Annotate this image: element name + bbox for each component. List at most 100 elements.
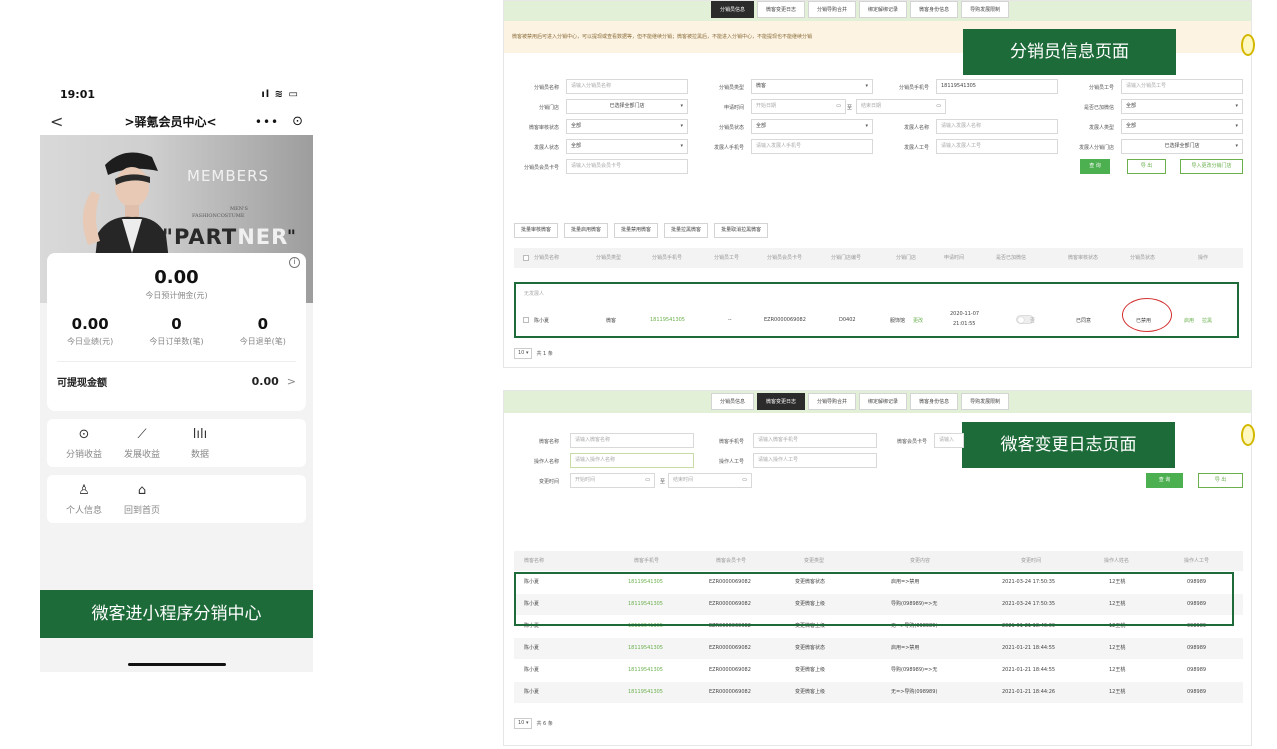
- more-icon[interactable]: •••: [253, 115, 281, 129]
- batch-enable-button[interactable]: 批量启用微客: [564, 223, 609, 238]
- developer-name-input[interactable]: 请输入发展人名称: [936, 119, 1058, 134]
- select-all-checkbox[interactable]: [523, 255, 529, 261]
- panel-title-label: 分销员信息页面: [963, 29, 1176, 75]
- column-header: 微客名称: [524, 558, 545, 564]
- stat-label: 今日退单(笔): [239, 337, 286, 346]
- developer-phone-input[interactable]: 请输入发展人手机号: [751, 139, 873, 154]
- tab-bind-records[interactable]: 绑定解绑记录: [859, 1, 908, 18]
- distributor-type-select[interactable]: 微客 ▾: [751, 79, 873, 94]
- today-commission-value: 0.00: [154, 267, 199, 288]
- trend-chart-icon: ⟋: [137, 427, 147, 442]
- customer-phone-input[interactable]: 请输入微客手机号: [753, 433, 877, 448]
- filter-label: 分销员状态: [718, 125, 744, 131]
- tab-change-log[interactable]: 微客变更日志: [757, 393, 806, 410]
- filter-label: 微客会员卡号: [896, 439, 927, 445]
- menu-item-development-income[interactable]: ⟋ 发展收益: [113, 427, 171, 460]
- developer-job-input[interactable]: 请输入发展人工号: [936, 139, 1058, 154]
- tab-change-log[interactable]: 微客变更日志: [757, 1, 806, 18]
- cell-phone: 18119541305: [628, 667, 663, 673]
- column-header: 是否已加微信: [996, 255, 1027, 261]
- home-icon: ⌂: [137, 483, 147, 498]
- column-header: 分销员会员卡号: [767, 255, 803, 261]
- select-value: 全部: [571, 123, 582, 129]
- batch-disable-button[interactable]: 批量禁用微客: [614, 223, 659, 238]
- tab-merge[interactable]: 分销导购合并: [808, 1, 857, 18]
- apply-end-date[interactable]: 结束日期 ▭: [856, 99, 946, 114]
- filter-label: 发展人类型: [1088, 125, 1114, 131]
- column-header: 分销员手机号: [652, 255, 683, 261]
- withdraw-row[interactable]: 可提现金额 0.00 >: [47, 362, 306, 389]
- column-header: 分销员类型: [596, 255, 622, 261]
- store-select[interactable]: 已选择全部门店 ▾: [566, 99, 688, 114]
- earnings-card: i 0.00 今日预计佣金(元) 0.00 今日业绩(元) 0 今日订单数(笔)…: [47, 253, 306, 411]
- enable-link[interactable]: 启用: [1184, 317, 1194, 324]
- developer-status-select[interactable]: 全部 ▾: [566, 139, 688, 154]
- customer-card-input[interactable]: 请输入: [934, 433, 964, 448]
- range-separator: 至: [659, 479, 665, 485]
- tab-bind-records[interactable]: 绑定解绑记录: [859, 393, 908, 410]
- tab-limits[interactable]: 导购发展限制: [961, 1, 1010, 18]
- cell-op: 12王桃: [1109, 645, 1126, 651]
- withdraw-value: 0.00 >: [252, 375, 296, 388]
- page-size-select[interactable]: 10 ▾: [514, 348, 533, 359]
- caret-down-icon: ▾: [1235, 143, 1238, 149]
- caret-down-icon: ▾: [1235, 123, 1238, 129]
- select-value: 已选择全部门店: [1164, 143, 1200, 149]
- column-header: 变更类型: [804, 558, 825, 564]
- tab-limits[interactable]: 导购发展限制: [961, 393, 1010, 410]
- menu-item-data[interactable]: lılı 数据: [171, 427, 229, 460]
- operator-job-input[interactable]: 请输入操作人工号: [753, 453, 877, 468]
- cell-card: EZR0000069082: [764, 317, 806, 323]
- query-button[interactable]: 查 询: [1080, 159, 1110, 174]
- banner-members-text: MEMBERS: [187, 167, 270, 185]
- filter-label: 发展人工号: [903, 145, 929, 151]
- audit-status-select[interactable]: 全部 ▾: [566, 119, 688, 134]
- info-icon[interactable]: i: [289, 257, 300, 268]
- tab-merge[interactable]: 分销导购合并: [808, 393, 857, 410]
- export-button[interactable]: 导 出: [1198, 473, 1243, 488]
- distributor-phone-input[interactable]: 18119541305: [936, 79, 1058, 94]
- change-store-link[interactable]: 更改: [913, 317, 923, 324]
- filter-label: 发展人状态: [533, 145, 559, 151]
- pagination: 10 ▾ 共 1 条: [514, 348, 553, 359]
- page-size-select[interactable]: 10 ▾: [514, 718, 533, 729]
- close-target-icon[interactable]: ⊙: [281, 114, 303, 129]
- distributor-status-select[interactable]: 全部 ▾: [751, 119, 873, 134]
- change-end-date[interactable]: 结束时间 ▭: [668, 473, 752, 488]
- customer-name-input[interactable]: 请输入微客名称: [570, 433, 694, 448]
- calendar-icon: ▭: [742, 477, 747, 483]
- menu-label: 分销收益: [65, 450, 102, 460]
- export-button[interactable]: 导 出: [1127, 159, 1166, 174]
- developer-store-select[interactable]: 已选择全部门店 ▾: [1121, 139, 1243, 154]
- import-store-button[interactable]: 导入更改分销门店: [1180, 159, 1243, 174]
- operator-name-input[interactable]: 请输入操作人名称: [570, 453, 694, 468]
- developer-type-select[interactable]: 全部 ▾: [1121, 119, 1243, 134]
- distributor-name-input[interactable]: 请输入分销员名称: [566, 79, 688, 94]
- batch-block-button[interactable]: 批量拉黑微客: [664, 223, 709, 238]
- tab-distributor-info[interactable]: 分销员信息: [711, 1, 755, 18]
- batch-audit-button[interactable]: 批量审核微客: [514, 223, 559, 238]
- filter-label: 是否已加微信: [1083, 105, 1114, 111]
- tab-identity[interactable]: 微客身份信息: [910, 1, 959, 18]
- wechat-select[interactable]: 全部 ▾: [1121, 99, 1243, 114]
- block-link[interactable]: 拉黑: [1202, 317, 1212, 324]
- batch-unblock-button[interactable]: 批量取消拉黑微客: [714, 223, 769, 238]
- distributor-job-input[interactable]: 请输入分销员工号: [1121, 79, 1243, 94]
- back-icon[interactable]: <: [50, 112, 70, 131]
- red-highlight-circle: [1122, 298, 1172, 332]
- menu-item-distribution-income[interactable]: ⊙ 分销收益: [55, 427, 113, 460]
- select-value: 全部: [756, 123, 767, 129]
- mini-program-nav: < >驿氪会员中心< ••• ⊙: [40, 108, 313, 135]
- tab-identity[interactable]: 微客身份信息: [910, 393, 959, 410]
- menu-item-personal-info[interactable]: ♙ 个人信息: [55, 483, 113, 516]
- total-count: 共 1 条: [536, 351, 553, 357]
- member-card-input[interactable]: 请输入分销员会员卡号: [566, 159, 688, 174]
- query-button[interactable]: 查 询: [1146, 473, 1183, 488]
- row-checkbox[interactable]: [523, 317, 529, 323]
- signal-wifi-battery-icon: ıl ≋ ▭: [261, 88, 299, 100]
- date-placeholder: 开始时间: [575, 477, 596, 483]
- menu-item-home[interactable]: ⌂ 回到首页: [113, 483, 171, 516]
- tab-distributor-info[interactable]: 分销员信息: [711, 393, 755, 410]
- toggle-label: 否: [1030, 318, 1036, 324]
- filter-label: 分销门店: [538, 105, 559, 111]
